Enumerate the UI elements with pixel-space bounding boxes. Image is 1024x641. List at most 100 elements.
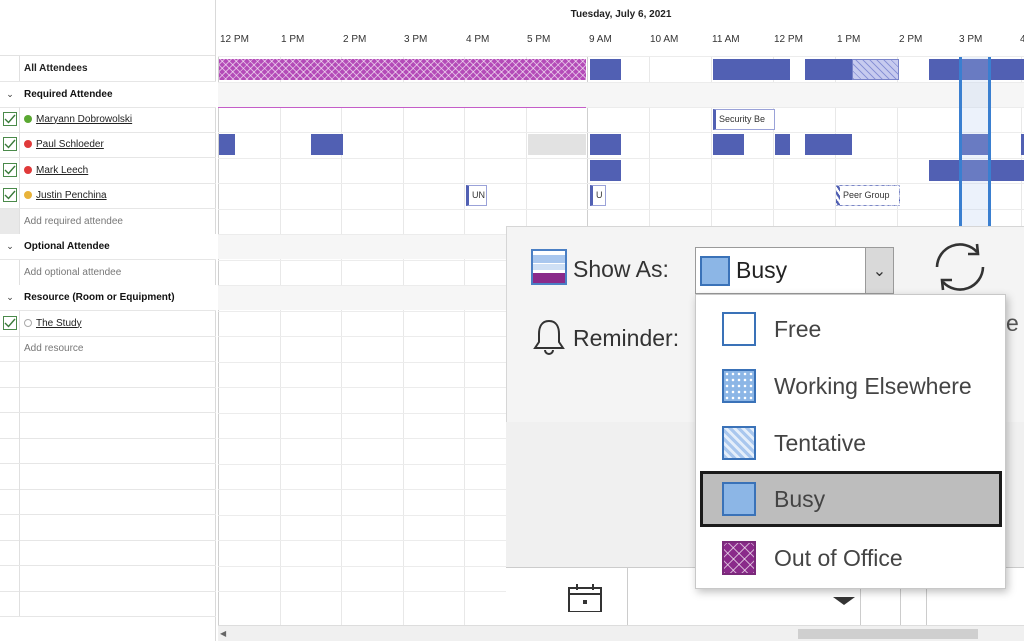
attendee-checkbox[interactable] (2, 112, 17, 127)
time-tick: 2 PM (343, 34, 367, 45)
resource-checkbox[interactable] (2, 316, 17, 331)
time-tick: 11 AM (712, 34, 740, 45)
time-tick: 10 AM (650, 34, 679, 45)
meeting-block[interactable]: Peer Group (836, 185, 900, 206)
time-tick: 9 AM (589, 34, 612, 45)
time-tick: 12 PM (220, 34, 249, 45)
all-attendees-label: All Attendees (24, 62, 88, 74)
busy-block (590, 160, 621, 181)
show-as-options-list: Free Working Elsewhere Tentative Busy Ou… (695, 294, 1006, 589)
time-tick: 3 PM (959, 34, 983, 45)
busy-block (805, 134, 852, 155)
time-tick: 3 PM (404, 34, 428, 45)
attendee-name[interactable]: Maryann Dobrowolski (36, 114, 132, 125)
add-resource-input[interactable]: Add resource (20, 343, 83, 354)
tentative-icon (722, 426, 756, 460)
busy-swatch-icon (700, 255, 730, 286)
show-as-value: Busy (736, 257, 788, 283)
available-status-icon (24, 115, 32, 124)
attendee-name[interactable]: Paul Schloeder (36, 139, 104, 150)
out-of-office-icon (722, 541, 756, 575)
option-out-of-office[interactable]: Out of Office (700, 530, 1002, 586)
attendee-checkbox[interactable] (2, 163, 17, 178)
option-working-elsewhere[interactable]: Working Elsewhere (700, 358, 1002, 414)
optional-group-header[interactable]: ⌄ Optional Attendee (0, 234, 216, 260)
option-free[interactable]: Free (700, 301, 1002, 357)
chevron-down-icon[interactable]: ⌄ (865, 248, 893, 293)
time-tick: 1 PM (281, 34, 305, 45)
time-tick: 12 PM (774, 34, 803, 45)
time-tick: 5 PM (527, 34, 551, 45)
chevron-down-icon[interactable]: ⌄ (6, 241, 14, 252)
out-of-office-block (219, 59, 586, 80)
all-attendees-row: All Attendees (0, 56, 216, 82)
option-label: Working Elsewhere (774, 372, 972, 399)
tentative-block (852, 59, 899, 80)
caret-down-icon[interactable] (833, 597, 855, 605)
option-label: Tentative (774, 429, 867, 456)
attendee-row[interactable]: Justin Penchina (0, 183, 216, 209)
busy-icon (722, 482, 756, 516)
optional-group-label: Optional Attendee (24, 240, 110, 252)
time-tick: 2 PM (899, 34, 923, 45)
time-tick: 4 PM (466, 34, 490, 45)
attendee-row[interactable]: Paul Schloeder (0, 132, 216, 158)
truncated-label: e (1006, 310, 1019, 336)
attendee-checkbox[interactable] (2, 188, 17, 203)
away-clock-status-icon (24, 191, 32, 200)
resource-group-header[interactable]: ⌄ Resource (Room or Equipment) (0, 285, 216, 311)
busy-block (219, 134, 235, 155)
resource-name[interactable]: The Study (36, 318, 82, 329)
option-tentative[interactable]: Tentative (700, 415, 1002, 471)
required-group-label: Required Attendee (24, 88, 113, 100)
time-tick: 1 PM (837, 34, 861, 45)
show-as-icon (531, 249, 567, 285)
add-optional-input[interactable]: Add optional attendee (20, 267, 121, 278)
free-placeholder-block (528, 134, 586, 155)
meeting-block[interactable]: U (590, 185, 606, 206)
add-resource-row[interactable]: Add resource (0, 336, 216, 362)
attendee-row[interactable]: Maryann Dobrowolski (0, 107, 216, 133)
add-required-row[interactable]: Add required attendee (0, 209, 216, 235)
free-icon (722, 312, 756, 346)
busy-block (713, 59, 790, 80)
attendee-name[interactable]: Mark Leech (36, 165, 88, 176)
option-label: Out of Office (774, 544, 903, 571)
bell-icon (533, 319, 565, 355)
meeting-block[interactable]: UN (466, 185, 487, 206)
option-label: Free (774, 315, 822, 342)
scrollbar-thumb[interactable] (798, 629, 978, 639)
resource-row[interactable]: The Study (0, 311, 216, 337)
scroll-left-icon[interactable]: ◀ (220, 629, 226, 638)
attendee-checkbox[interactable] (2, 137, 17, 152)
add-optional-row[interactable]: Add optional attendee (0, 260, 216, 286)
resource-group-label: Resource (Room or Equipment) (24, 291, 175, 303)
busy-block (805, 59, 852, 80)
reminder-label: Reminder: (573, 325, 680, 351)
show-as-label: Show As: (573, 256, 669, 282)
required-group-header[interactable]: ⌄ Required Attendee (0, 82, 216, 108)
add-required-input[interactable]: Add required attendee (20, 216, 123, 227)
attendee-panel: All Attendees ⌄ Required Attendee Maryan… (0, 0, 216, 641)
unknown-status-icon (24, 319, 32, 328)
busy-block (311, 134, 343, 155)
calendar-icon[interactable] (567, 582, 603, 612)
horizontal-scrollbar[interactable]: ◀ (218, 625, 1024, 641)
busy-status-icon (24, 140, 32, 149)
time-tick: 4 (1020, 34, 1024, 45)
date-header: Tuesday, July 6, 2021 (570, 9, 672, 20)
option-busy[interactable]: Busy (700, 471, 1002, 527)
attendee-row[interactable]: Mark Leech (0, 158, 216, 184)
attendee-name[interactable]: Justin Penchina (36, 190, 107, 201)
chevron-down-icon[interactable]: ⌄ (6, 292, 14, 303)
meeting-block[interactable]: Security Be (713, 109, 775, 130)
show-as-dropdown[interactable]: Busy ⌄ (695, 247, 894, 294)
working-elsewhere-icon (722, 369, 756, 403)
refresh-icon[interactable] (925, 236, 995, 298)
busy-status-icon (24, 166, 32, 175)
busy-block (590, 59, 621, 80)
chevron-down-icon[interactable]: ⌄ (6, 89, 14, 100)
attendee-header-space (0, 0, 215, 56)
busy-block (775, 134, 790, 155)
busy-block (590, 134, 621, 155)
